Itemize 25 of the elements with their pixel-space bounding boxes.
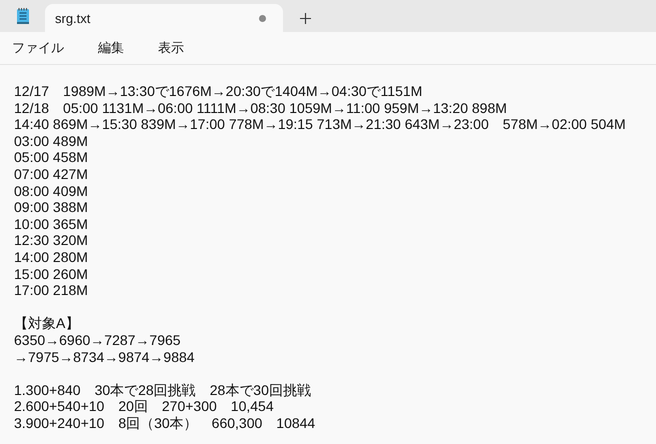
- menu-item[interactable]: 表示: [148, 35, 194, 61]
- text-line: 10:00 365M: [14, 216, 88, 232]
- notepad-icon: [16, 7, 30, 25]
- text-line: 12:30 320M: [14, 232, 88, 248]
- text-line: 2.600+540+10 20回 270+300 10,454: [14, 398, 274, 414]
- text-line: 03:00 489M: [14, 132, 88, 149]
- text-line: 09:00 388M: [14, 199, 88, 216]
- text-line: 12/17 1989M→13:30で1676M→20:30で1404M→04:30で1151M: [14, 83, 422, 99]
- text-line: 08:00 409M: [14, 182, 88, 199]
- text-line: 6350→6960→7287→7965: [14, 332, 181, 348]
- text-line: 【対象A】: [14, 315, 80, 332]
- text-line: 15:00 260M: [14, 266, 88, 282]
- text-line: 07:00 427M: [14, 166, 88, 182]
- text-line: 1.300+840 30本で28回挑戦 28本で30回挑戦: [14, 382, 311, 398]
- new-tab-icon[interactable]: [300, 13, 311, 24]
- text-line: →7975→8734→9874→9884: [14, 348, 195, 364]
- text-line: 17:00 218M: [14, 282, 88, 298]
- text-line: 12/18 05:00 1131M→06:00 1111M→08:30 1059M→11:00 959M→13:20 898M: [14, 100, 507, 116]
- text-line: 14:00 280M: [14, 248, 88, 265]
- menu-item[interactable]: ファイル: [2, 35, 74, 61]
- file-tab[interactable]: srg.txt: [45, 4, 283, 32]
- menu-item[interactable]: 編集: [88, 35, 134, 61]
- text-line: 3.900+240+10 8回（30本） 660,300 10844: [14, 414, 316, 431]
- text-line: 14:40 869M→15:30 839M→17:00 778M→19:15 713M→21:30 643M→23:00 578M→02:00 504M: [14, 116, 626, 132]
- text-line: 05:00 458M: [14, 149, 88, 166]
